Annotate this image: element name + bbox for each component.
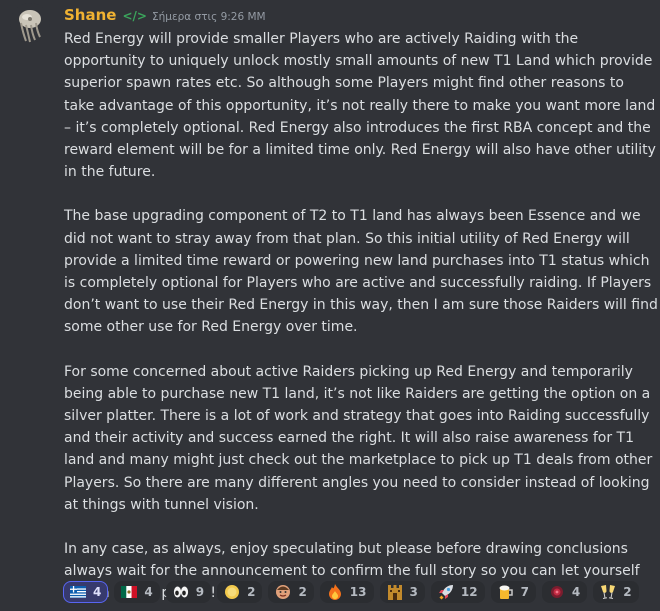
eyes-icon bbox=[173, 584, 189, 600]
reaction-count: 9 bbox=[195, 585, 205, 599]
message-paragraph: For some concerned about active Raiders … bbox=[64, 363, 653, 513]
chat-message: Shane </> Σήμερα στις 9:26 MM Red Energy… bbox=[0, 0, 660, 611]
reaction-eyes[interactable]: 9 bbox=[165, 581, 212, 603]
reactions-bar: 4 4 9 2 2 13 3 12 7 4 2 bbox=[63, 581, 639, 603]
message-content: Red Energy will provide smaller Players … bbox=[64, 28, 658, 605]
face-emoji-icon bbox=[275, 584, 291, 600]
reaction-count: 2 bbox=[298, 585, 307, 599]
reaction-greek-flag[interactable]: 4 bbox=[63, 581, 109, 603]
reaction-castle[interactable]: 3 bbox=[379, 581, 425, 603]
mexican-flag-icon bbox=[121, 584, 138, 600]
reaction-face[interactable]: 2 bbox=[268, 581, 314, 603]
reaction-clinking-glasses[interactable]: 2 bbox=[593, 581, 639, 603]
reaction-mexican-flag[interactable]: 4 bbox=[114, 581, 160, 603]
author-name[interactable]: Shane bbox=[64, 6, 116, 24]
reaction-count: 2 bbox=[623, 585, 632, 599]
message-paragraph: Red Energy will provide smaller Players … bbox=[64, 31, 656, 181]
reaction-count: 3 bbox=[409, 585, 418, 599]
coin-icon bbox=[224, 584, 240, 600]
reaction-count: 4 bbox=[93, 585, 102, 599]
reaction-count: 2 bbox=[247, 585, 256, 599]
avatar[interactable] bbox=[10, 3, 50, 43]
reaction-beer[interactable]: 7 bbox=[490, 581, 536, 603]
reaction-target[interactable]: 4 bbox=[541, 581, 588, 603]
fire-icon bbox=[327, 584, 343, 600]
reaction-coin[interactable]: 2 bbox=[217, 581, 263, 603]
beer-icon bbox=[498, 584, 514, 600]
reaction-fire[interactable]: 13 bbox=[319, 581, 374, 603]
reaction-rocket[interactable]: 12 bbox=[430, 581, 485, 603]
timestamp[interactable]: Σήμερα στις 9:26 MM bbox=[152, 11, 266, 23]
rocket-icon bbox=[438, 584, 454, 600]
reaction-count: 4 bbox=[144, 585, 153, 599]
message-paragraph: The base upgrading component of T2 to T1… bbox=[64, 208, 658, 336]
reaction-count: 4 bbox=[571, 585, 581, 599]
castle-emoji-icon bbox=[387, 584, 403, 600]
message-header: Shane </> Σήμερα στις 9:26 MM bbox=[64, 6, 266, 28]
reaction-count: 13 bbox=[349, 585, 367, 599]
reaction-count: 12 bbox=[460, 585, 478, 599]
target-emoji-icon bbox=[549, 584, 565, 600]
reaction-count: 7 bbox=[520, 585, 529, 599]
jellyfish-avatar-icon bbox=[19, 10, 41, 43]
author-tag: </> bbox=[122, 9, 147, 23]
greek-flag-icon bbox=[70, 584, 86, 600]
clinking-glasses-icon bbox=[600, 584, 616, 600]
